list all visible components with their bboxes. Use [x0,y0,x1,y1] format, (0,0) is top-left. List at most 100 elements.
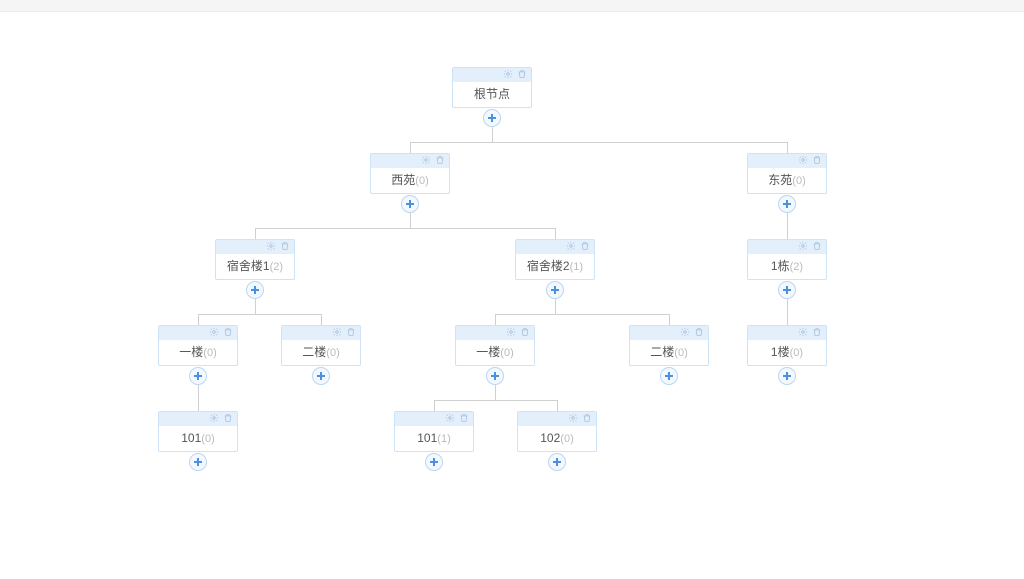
add-button-xiyuan[interactable] [401,195,419,213]
add-button-dong-1d[interactable] [778,281,796,299]
settings-icon[interactable] [798,154,808,168]
settings-icon[interactable] [332,326,342,340]
connector [555,298,556,314]
settings-icon[interactable] [503,68,513,82]
node-dongyuan[interactable]: 东苑(0) [747,153,827,194]
connector [255,228,256,239]
settings-icon[interactable] [506,326,516,340]
trash-icon[interactable] [346,326,356,340]
connector [410,142,411,153]
tree-canvas: { "nodes": { "root": { "label": "根节点", "… [0,12,1024,579]
add-button-ssl2[interactable] [546,281,564,299]
trash-icon[interactable] [223,412,233,426]
node-ssl1-f2[interactable]: 二楼(0) [281,325,361,366]
node-toolbar [518,412,596,426]
add-button-dongyuan[interactable] [778,195,796,213]
add-button-ssl1-f2[interactable] [312,367,330,385]
node-label: 二楼(0) [282,340,360,365]
node-toolbar [630,326,708,340]
trash-icon[interactable] [520,326,530,340]
connector [492,126,493,142]
add-button-ssl1[interactable] [246,281,264,299]
node-label: 东苑(0) [748,168,826,193]
connector [198,314,199,325]
connector [557,400,558,411]
connector [787,298,788,325]
connector [555,228,556,239]
connector [495,384,496,400]
node-ssl2-f2[interactable]: 二楼(0) [629,325,709,366]
node-ssl2-101[interactable]: 101(1) [394,411,474,452]
trash-icon[interactable] [694,326,704,340]
trash-icon[interactable] [580,240,590,254]
trash-icon[interactable] [812,154,822,168]
settings-icon[interactable] [568,412,578,426]
add-button-ssl2-f2[interactable] [660,367,678,385]
node-label: 101(1) [395,426,473,451]
add-button-ssl2-101[interactable] [425,453,443,471]
trash-icon[interactable] [582,412,592,426]
node-toolbar [748,240,826,254]
node-toolbar [456,326,534,340]
node-ssl2-102[interactable]: 102(0) [517,411,597,452]
settings-icon[interactable] [421,154,431,168]
settings-icon[interactable] [798,326,808,340]
node-root[interactable]: 根节点 [452,67,532,108]
node-toolbar [516,240,594,254]
connector [198,314,322,315]
settings-icon[interactable] [209,326,219,340]
settings-icon[interactable] [209,412,219,426]
connector [434,400,558,401]
node-label: 101(0) [159,426,237,451]
node-toolbar [282,326,360,340]
node-label: 宿舍楼2(1) [516,254,594,279]
connector [495,314,670,315]
trash-icon[interactable] [812,240,822,254]
add-button-ssl1-101[interactable] [189,453,207,471]
trash-icon[interactable] [517,68,527,82]
node-xiyuan[interactable]: 西苑(0) [370,153,450,194]
node-toolbar [453,68,531,82]
connector [495,314,496,325]
settings-icon[interactable] [445,412,455,426]
trash-icon[interactable] [812,326,822,340]
settings-icon[interactable] [566,240,576,254]
add-button-root[interactable] [483,109,501,127]
connector [787,212,788,239]
trash-icon[interactable] [435,154,445,168]
add-button-ssl2-102[interactable] [548,453,566,471]
trash-icon[interactable] [223,326,233,340]
node-label: 二楼(0) [630,340,708,365]
add-button-ssl2-f1[interactable] [486,367,504,385]
trash-icon[interactable] [280,240,290,254]
node-toolbar [748,326,826,340]
node-label: 1栋(2) [748,254,826,279]
node-label: 西苑(0) [371,168,449,193]
node-toolbar [395,412,473,426]
trash-icon[interactable] [459,412,469,426]
connector [669,314,670,325]
settings-icon[interactable] [798,240,808,254]
top-bar [0,0,1024,12]
node-toolbar [159,326,237,340]
node-ssl2-f1[interactable]: 一楼(0) [455,325,535,366]
node-ssl1-101[interactable]: 101(0) [158,411,238,452]
node-dong-1d[interactable]: 1栋(2) [747,239,827,280]
settings-icon[interactable] [266,240,276,254]
node-ssl1-f1[interactable]: 一楼(0) [158,325,238,366]
node-toolbar [371,154,449,168]
connector [321,314,322,325]
connector [787,142,788,153]
node-label: 一楼(0) [159,340,237,365]
node-toolbar [216,240,294,254]
node-ssl2[interactable]: 宿舍楼2(1) [515,239,595,280]
node-label: 宿舍楼1(2) [216,254,294,279]
node-label: 根节点 [453,82,531,107]
node-dong-1f[interactable]: 1楼(0) [747,325,827,366]
add-button-ssl1-f1[interactable] [189,367,207,385]
add-button-dong-1f[interactable] [778,367,796,385]
node-label: 102(0) [518,426,596,451]
connector [410,212,411,228]
node-ssl1[interactable]: 宿舍楼1(2) [215,239,295,280]
settings-icon[interactable] [680,326,690,340]
